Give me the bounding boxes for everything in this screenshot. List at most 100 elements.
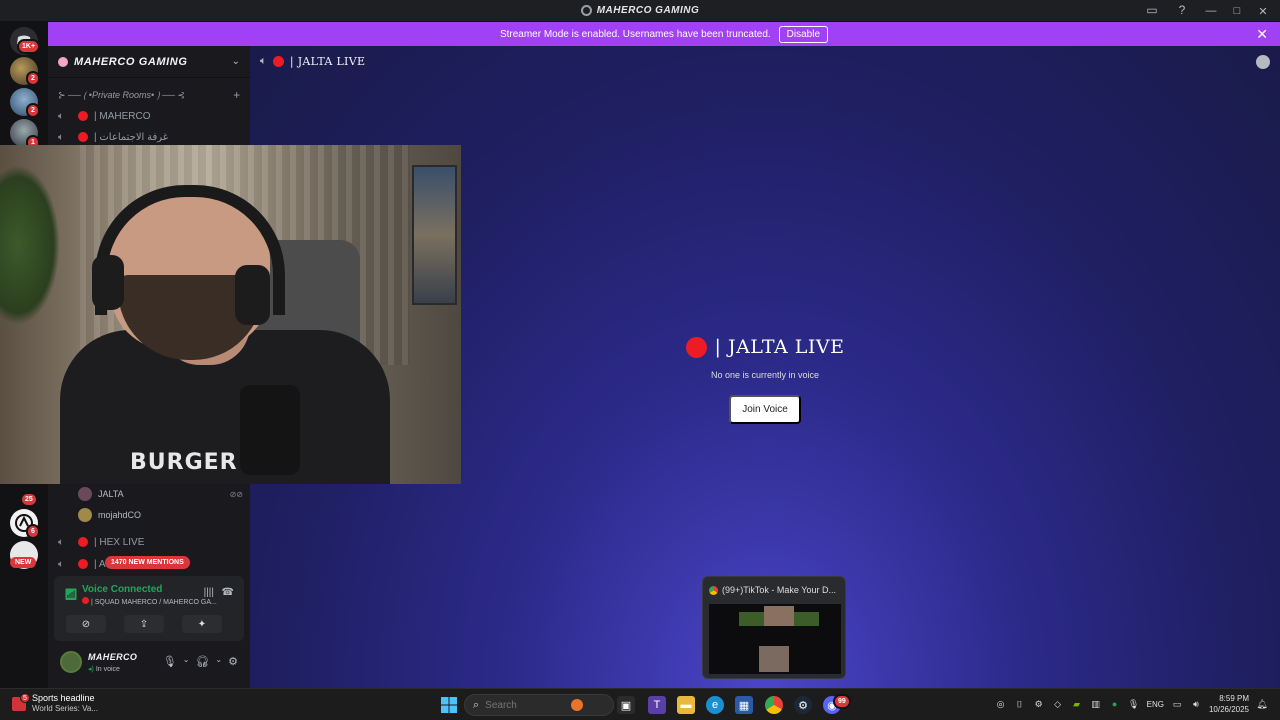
minimize-button[interactable]: — — [1198, 2, 1224, 20]
window-title-text: MAHERCO GAMING — [596, 5, 700, 16]
live-dot-icon — [82, 597, 89, 604]
thumbnail-screen — [709, 604, 841, 674]
app-tray-icon[interactable]: ▥ — [1090, 698, 1102, 710]
headphone-cup-right — [235, 265, 270, 325]
channel-name: | MAHERCO — [94, 110, 151, 122]
headphones-icon[interactable]: 🎧︎ — [195, 655, 209, 668]
screen-share-button[interactable]: ⇪ — [124, 615, 164, 633]
store-icon[interactable]: ▦ — [735, 696, 753, 714]
chevron-down-icon[interactable]: ⌄ — [215, 655, 222, 668]
voice-member[interactable]: mojahdCO — [78, 506, 243, 524]
news-title: Sports headline — [32, 693, 95, 703]
voice-channel[interactable]: 🔈︎ | MAHERCO — [58, 107, 248, 125]
search-icon: ⌕ — [473, 698, 480, 711]
stage-title: | JALTA LIVE — [685, 336, 845, 358]
chevron-down-icon[interactable]: ⌄ — [232, 56, 240, 67]
live-dot-icon — [78, 111, 88, 121]
file-explorer-icon[interactable]: ▬ — [677, 696, 695, 714]
taskbar-search[interactable]: ⌕ — [464, 694, 614, 716]
username[interactable]: MAHERCO — [88, 652, 137, 662]
network-app-icon[interactable]: ◇ — [1052, 698, 1064, 710]
disable-streamer-mode-button[interactable]: Disable — [778, 25, 829, 43]
server-name: MAHERCO GAMING — [74, 55, 188, 68]
channel-name: | A — [94, 558, 106, 570]
shirt-print: BURGER — [130, 450, 238, 475]
chevron-down-icon[interactable]: ⌄ — [183, 655, 190, 668]
screen-share-icon[interactable]: ▭ — [1144, 2, 1160, 18]
usb-icon[interactable]: ⌷ — [1014, 698, 1026, 710]
taskbar-preview-thumbnail[interactable]: (99+)TikTok - Make Your D... — [702, 576, 846, 679]
category-label: ⊱ ── ⟮ •Private Rooms• ⟯ ── ⊰ — [58, 90, 185, 100]
close-window-button[interactable]: ✕ — [1250, 2, 1276, 20]
server-logo-icon — [580, 5, 592, 16]
live-dot-icon — [78, 559, 88, 569]
volume-icon[interactable]: 🔊︎ — [1190, 698, 1202, 710]
search-highlight-icon — [571, 699, 584, 711]
signal-icon[interactable]: 📶︎ — [64, 588, 78, 601]
help-icon[interactable]: ? — [1174, 2, 1190, 18]
member-name: JALTA — [98, 489, 124, 499]
disconnect-icon[interactable]: ☎︎ — [222, 587, 234, 598]
avatar[interactable] — [60, 651, 82, 673]
nvidia-icon[interactable]: ▰ — [1071, 698, 1083, 710]
category-private-rooms[interactable]: ⊱ ── ⟮ •Private Rooms• ⟯ ── ⊰ + — [58, 88, 240, 102]
gear-icon[interactable]: ⚙ — [228, 655, 238, 668]
steam-icon[interactable]: ⚙ — [794, 696, 812, 714]
teams-icon[interactable]: T — [648, 696, 666, 714]
voice-channel[interactable]: 🔈︎ | HEX LIVE — [58, 533, 248, 551]
speaker-icon: 🔈︎ — [260, 54, 267, 67]
news-badge: 5 — [20, 692, 30, 703]
channel-header: 🔈︎ | JALTA LIVE — [260, 54, 365, 68]
system-tray: ◎ ⌷ ⚙ ◇ ▰ ▥ ● 🎙︎ ENG ▭ 🔊︎ 8:59 PM 10/26/… — [995, 693, 1268, 715]
streamer-mode-banner: Streamer Mode is enabled. Usernames have… — [48, 22, 1280, 46]
window-title: MAHERCO GAMING — [580, 5, 700, 16]
steam-tray-icon[interactable]: ⚙ — [1033, 698, 1045, 710]
title-bar: MAHERCO GAMING ▭ ? — □ ✕ — [0, 0, 1280, 21]
news-icon: 5 — [12, 692, 30, 711]
background-tv — [412, 165, 457, 305]
voice-connected-status[interactable]: Voice Connected — [82, 584, 162, 595]
speaker-icon: 🔈︎ — [58, 536, 64, 548]
voice-channel-path-label: | SQUAD MAHERCO / MAHERCO GA... — [90, 599, 217, 606]
notification-bell-icon[interactable]: 🔔︎ — [1256, 698, 1268, 710]
join-voice-button[interactable]: Join Voice — [729, 394, 801, 424]
close-banner-icon[interactable]: ✕ — [1256, 26, 1268, 43]
voice-channel-path[interactable]: | SQUAD MAHERCO / MAHERCO GA... — [82, 597, 217, 606]
voice-member[interactable]: JALTA ⊘⊘ — [78, 485, 243, 503]
tray-app-icon[interactable]: ◎ — [995, 698, 1007, 710]
server-header[interactable]: MAHERCO GAMING ⌄ — [48, 46, 250, 78]
microphone-icon[interactable]: 🎙︎ — [163, 655, 177, 668]
channel-title: | JALTA LIVE — [289, 54, 366, 68]
background-plant — [0, 165, 60, 325]
news-widget[interactable]: 5 Sports headline World Series: Va... — [12, 692, 98, 714]
clock[interactable]: 8:59 PM 10/26/2025 — [1209, 693, 1249, 715]
new-mentions-pill[interactable]: 1470 NEW MENTIONS — [105, 556, 190, 569]
task-view-icon[interactable]: ▣ — [617, 696, 635, 714]
maximize-button[interactable]: □ — [1224, 2, 1250, 20]
noise-suppression-icon[interactable]: |||| — [204, 587, 214, 598]
live-dot-icon — [78, 132, 88, 142]
add-channel-icon[interactable]: + — [233, 88, 240, 102]
chat-bubble-icon[interactable] — [1256, 55, 1270, 69]
activities-button[interactable]: ✦ — [182, 615, 222, 633]
search-input[interactable] — [485, 699, 566, 711]
camera-off-button[interactable]: ⊘ — [66, 615, 106, 633]
speaker-icon: 🔈︎ — [58, 558, 64, 570]
discord-badge: 99 — [833, 694, 851, 709]
voice-channel[interactable]: 🔈︎ | غرفة الاجتماعات — [58, 128, 248, 146]
banner-message: Streamer Mode is enabled. Usernames have… — [499, 28, 771, 40]
avatar — [78, 508, 92, 522]
display-icon[interactable]: ▭ — [1171, 698, 1183, 710]
status-dot-icon[interactable]: ● — [1109, 698, 1121, 710]
clock-date: 10/26/2025 — [1208, 705, 1249, 714]
language-indicator[interactable]: ENG — [1147, 700, 1164, 709]
voice-status-icon: ◂) — [88, 666, 94, 673]
edge-icon[interactable]: e — [706, 696, 724, 714]
chrome-icon[interactable] — [765, 696, 783, 714]
windows-start-icon[interactable] — [440, 696, 458, 714]
live-dot-icon — [685, 336, 707, 358]
user-panel: MAHERCO ◂) In voice 🎙︎ ⌄ 🎧︎ ⌄ ⚙ — [54, 646, 244, 682]
user-status-label: In voice — [95, 666, 120, 673]
speaker-icon: 🔈︎ — [58, 110, 64, 122]
microphone-icon[interactable]: 🎙︎ — [1128, 698, 1140, 710]
